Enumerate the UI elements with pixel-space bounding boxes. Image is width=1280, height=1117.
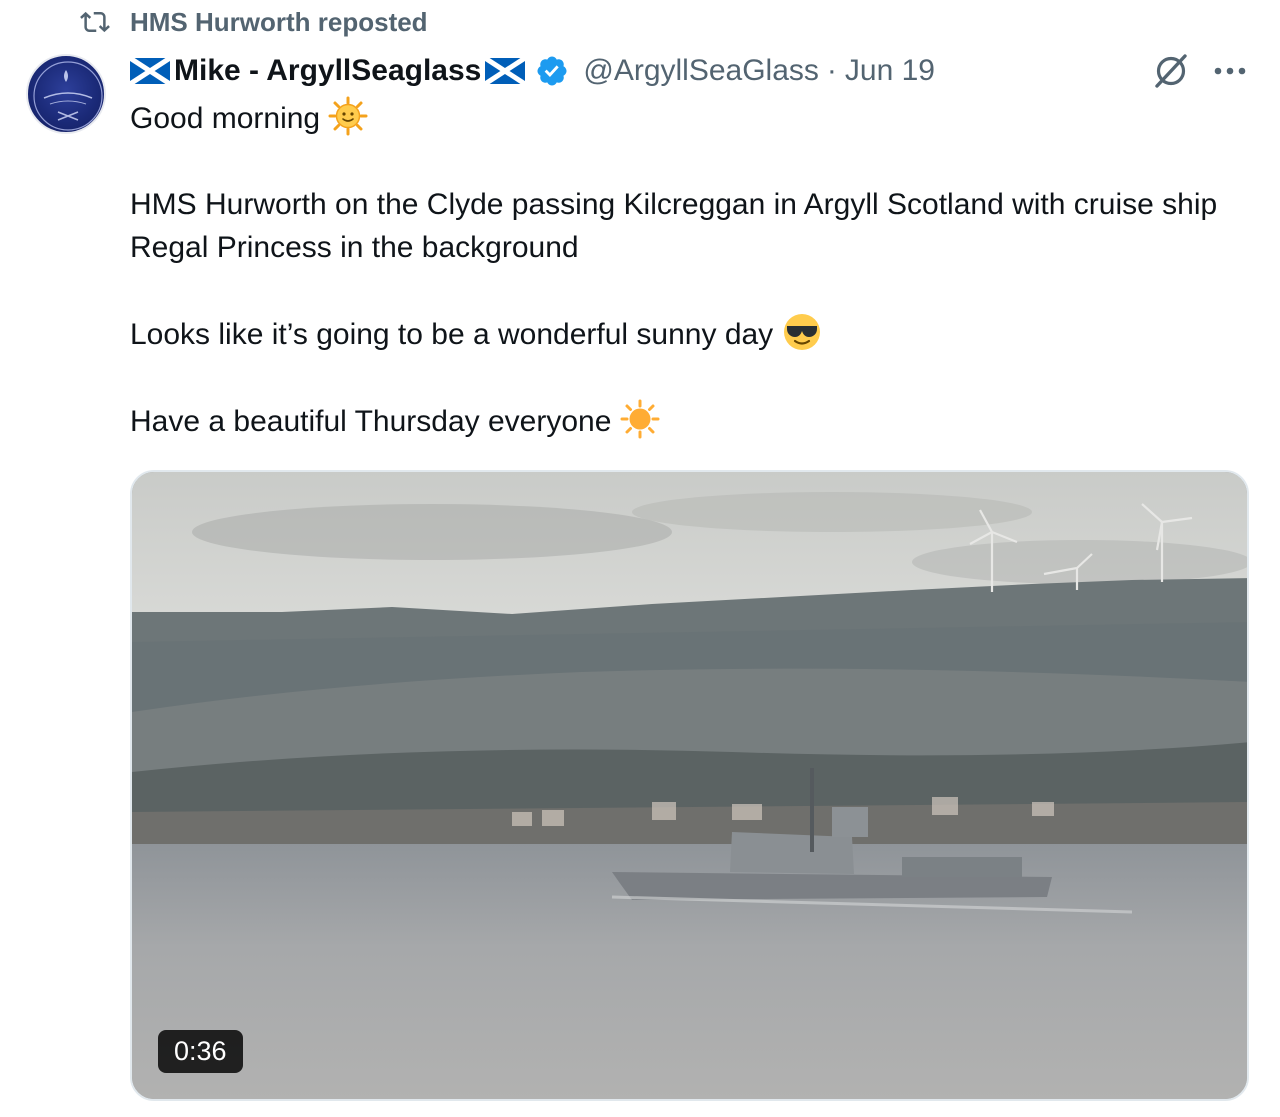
- post-date[interactable]: Jun 19: [845, 54, 935, 88]
- repost-indicator[interactable]: HMS Hurworth reposted: [78, 4, 428, 40]
- author-display-name: Mike - ArgyllSeaglass: [174, 54, 482, 87]
- tweet-text: Good morning HMS Hurworth on the Clyde p…: [130, 96, 1240, 443]
- repost-icon: [78, 7, 112, 37]
- tweet-line-3: Have a beautiful Thursday everyone: [130, 405, 612, 438]
- sunglasses-face-emoji-icon: [783, 314, 820, 350]
- video-duration-badge: 0:36: [158, 1030, 243, 1073]
- video-player[interactable]: 0:36: [130, 470, 1249, 1101]
- author-name-link[interactable]: Mike - ArgyllSeaglass: [130, 54, 526, 88]
- scotland-flag-icon: [485, 58, 526, 84]
- repost-label: HMS Hurworth reposted: [130, 6, 428, 37]
- separator-dot: ·: [826, 54, 837, 87]
- scotland-flag-icon: [130, 58, 170, 84]
- sun-emoji-icon: [620, 399, 660, 439]
- grok-icon[interactable]: [1152, 52, 1190, 90]
- verified-badge-icon[interactable]: [535, 54, 569, 88]
- video-thumbnail: [132, 472, 1247, 1099]
- sun-with-face-emoji-icon: [328, 96, 368, 136]
- more-options-icon[interactable]: [1210, 56, 1250, 86]
- tweet-header: Mike - ArgyllSeaglass @ArgyllSeaGlass · …: [130, 50, 935, 92]
- tweet-line-2: Looks like it’s going to be a wonderful …: [130, 318, 774, 351]
- avatar[interactable]: [26, 54, 106, 134]
- tweet-line-1: HMS Hurworth on the Clyde passing Kilcre…: [130, 188, 1218, 264]
- author-handle[interactable]: @ArgyllSeaGlass: [583, 54, 819, 88]
- greeting-text: Good morning: [130, 102, 321, 135]
